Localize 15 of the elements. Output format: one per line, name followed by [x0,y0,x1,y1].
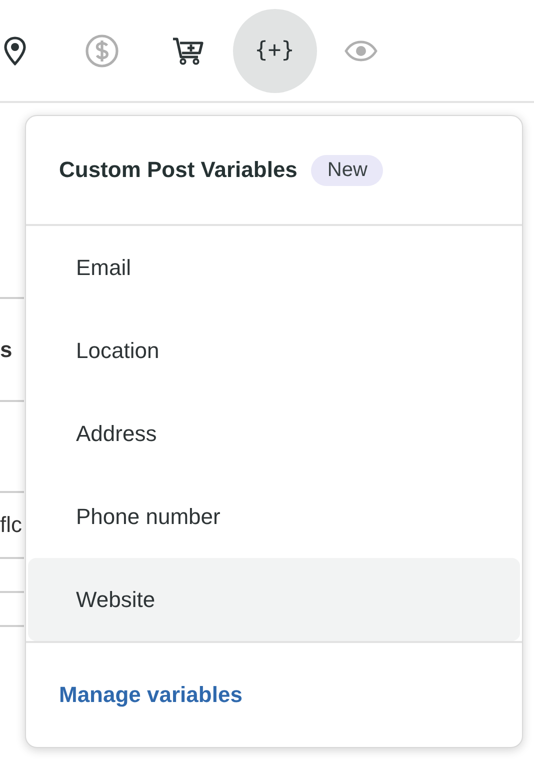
menu-item[interactable]: Phone number [28,475,520,558]
menu-item[interactable]: Location [28,309,520,392]
cut-off-text: flc [0,512,22,538]
cut-off-text: s [0,336,12,362]
manage-variables-link[interactable]: Manage variables [59,682,242,708]
menu-item[interactable]: Website [28,558,520,641]
location-pin-icon [3,36,27,66]
menu-item[interactable]: Address [28,392,520,475]
dollar-icon [84,34,118,68]
cart-plus-icon [172,36,204,66]
menu-title: Custom Post Variables [59,157,298,183]
menu-item[interactable]: Email [28,226,520,309]
variables-button[interactable]: {+} [232,8,316,92]
new-badge: New [311,154,384,186]
eye-icon [344,40,378,62]
